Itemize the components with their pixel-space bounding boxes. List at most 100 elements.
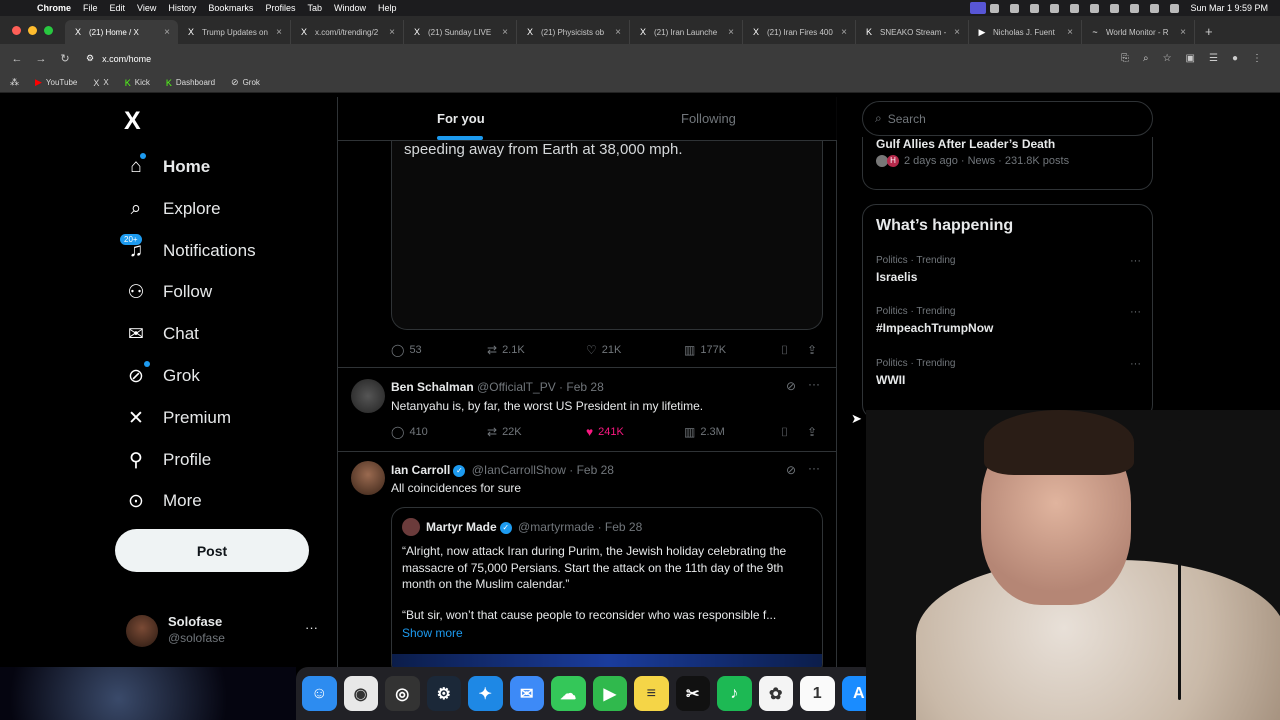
close-tab-icon[interactable]: × (1180, 27, 1186, 38)
trend-item[interactable]: Politics · Trending Israelis ··· (876, 255, 1141, 284)
bookmark-button[interactable]: ⌷ (781, 343, 788, 358)
post-date[interactable]: · Feb 28 (559, 380, 604, 394)
views-button[interactable]: ▥ 2.3M (684, 425, 725, 439)
like-button[interactable]: ♥ 241K (586, 425, 624, 439)
nav-profile[interactable]: ⚲ Profile (124, 445, 211, 475)
site-info-icon[interactable]: ⚙ (86, 53, 94, 64)
browser-tab[interactable]: X (21) Iran Fires 400 × (743, 20, 856, 44)
more-dots-icon[interactable]: ··· (1130, 358, 1141, 370)
close-tab-icon[interactable]: × (1067, 27, 1073, 38)
nav-chat[interactable]: ✉ Chat (124, 319, 199, 349)
browser-tab[interactable]: ▶ Nicholas J. Fuent × (969, 20, 1082, 44)
dock-app-icon[interactable]: ✦ (468, 676, 503, 711)
dock-app-icon[interactable]: ◉ (343, 676, 378, 711)
battery-icon[interactable] (1070, 3, 1080, 13)
close-tab-icon[interactable]: × (728, 27, 734, 38)
tab-following[interactable]: Following (681, 111, 736, 126)
reload-button[interactable]: ↻ (58, 52, 72, 65)
menu-bookmarks[interactable]: Bookmarks (208, 3, 253, 13)
show-more-link[interactable]: Show more (402, 626, 463, 640)
bookmark-star-icon[interactable]: ☆ (1163, 53, 1172, 64)
status-icon[interactable] (1010, 3, 1020, 13)
nav-premium[interactable]: ✕ Premium (124, 403, 231, 433)
browser-tab[interactable]: X (21) Home / X × (65, 20, 178, 44)
bookmark-youtube[interactable]: ▶ YouTube (35, 77, 77, 88)
browser-tab[interactable]: K SNEAKO Stream - × (856, 20, 969, 44)
dock-app-icon[interactable]: ✉ (509, 676, 544, 711)
zoom-icon[interactable]: ⌕ (1143, 53, 1149, 64)
menu-window[interactable]: Window (334, 3, 366, 13)
views-button[interactable]: ▥ 177K (684, 343, 726, 357)
dock-app-icon[interactable]: ♪ (717, 676, 752, 711)
bookmark-grok[interactable]: ⊘ Grok (231, 77, 260, 88)
dock-app-icon[interactable]: ≡ (634, 676, 669, 711)
control-icon[interactable] (1150, 3, 1160, 13)
status-icon[interactable] (990, 3, 1000, 13)
browser-tab[interactable]: Xx.com/i/trending/2 × (291, 20, 404, 44)
menubar-clock[interactable]: Sun Mar 1 9:59 PM (1190, 3, 1268, 13)
more-dots-icon[interactable]: ··· (1130, 255, 1141, 267)
quote-media[interactable] (392, 654, 822, 667)
like-button[interactable]: ♡ 21K (586, 343, 621, 357)
browser-tab[interactable]: X (21) Physicists ob × (517, 20, 630, 44)
tab-search-icon[interactable]: ☰ (1209, 53, 1218, 64)
control-center-icon[interactable] (1110, 3, 1120, 13)
search-icon[interactable] (1130, 3, 1140, 13)
close-tab-icon[interactable]: × (841, 27, 847, 38)
chrome-menu-icon[interactable]: ⋮ (1252, 53, 1262, 64)
close-tab-icon[interactable]: × (502, 27, 508, 38)
forward-button[interactable]: → (34, 53, 48, 65)
side-panel-icon[interactable]: ▣ (1186, 53, 1195, 64)
headphones-icon[interactable] (1030, 3, 1040, 13)
share-button[interactable]: ⇪ (807, 343, 817, 357)
browser-tab[interactable]: X (21) Sunday LIVE × (404, 20, 517, 44)
author-handle[interactable]: @IanCarrollShow (472, 463, 566, 477)
zoom-window-button[interactable] (44, 26, 53, 35)
apps-grid-icon[interactable]: ⁂ (10, 77, 19, 88)
dock-app-icon[interactable]: ⚙ (426, 676, 461, 711)
nav-explore[interactable]: ⌕ Explore (124, 194, 221, 224)
more-dots-icon[interactable]: ··· (1130, 306, 1141, 318)
bookmark-button[interactable]: ⌷ (781, 425, 788, 440)
close-tab-icon[interactable]: × (276, 27, 282, 38)
nav-follow[interactable]: ⚇ Follow (124, 277, 212, 307)
author-name[interactable]: Ben Schalman (391, 380, 474, 394)
menu-history[interactable]: History (168, 3, 196, 13)
menu-app-name[interactable]: Chrome (37, 3, 71, 13)
menu-edit[interactable]: Edit (110, 3, 126, 13)
browser-tab[interactable]: X (21) Iran Launche × (630, 20, 743, 44)
bookmark-dashboard[interactable]: K Dashboard (166, 78, 215, 88)
author-handle[interactable]: @OfficialT_PV (477, 380, 556, 394)
post-button[interactable]: Post (115, 529, 309, 572)
browser-tab[interactable]: ~ World Monitor - R × (1082, 20, 1195, 44)
close-window-button[interactable] (12, 26, 21, 35)
dock-app-icon[interactable]: ✂ (675, 676, 710, 711)
close-tab-icon[interactable]: × (954, 27, 960, 38)
post[interactable]: Ben Schalman @OfficialT_PV · Feb 28 ⊘ ··… (338, 367, 837, 451)
quoted-post[interactable]: Martyr Made ✓ @martyrmade · Feb 28 “Alrig… (391, 507, 823, 667)
menu-help[interactable]: Help (378, 3, 397, 13)
bookmark-kick[interactable]: K Kick (125, 78, 150, 88)
repost-button[interactable]: ⇄ 22K (487, 425, 522, 439)
siri-icon[interactable] (1170, 3, 1180, 13)
install-icon[interactable]: ⎘ (1121, 53, 1129, 64)
nav-home[interactable]: ⌂ Home (124, 152, 210, 182)
more-dots-icon[interactable]: ··· (305, 620, 318, 635)
search-input[interactable]: ⌕ Search (862, 101, 1153, 136)
trend-item[interactable]: Politics · Trending #ImpeachTrumpNow ··· (876, 306, 1141, 335)
repost-button[interactable]: ⇄ 2.1K (487, 343, 525, 357)
wifi-icon[interactable] (1090, 3, 1100, 13)
url-field[interactable]: ⚙ x.com/home (86, 49, 1086, 69)
trend-item[interactable]: Politics · Trending WWII ··· (876, 358, 1141, 387)
browser-tab[interactable]: X Trump Updates on × (178, 20, 291, 44)
x-logo-icon[interactable]: X (124, 107, 141, 136)
menu-profiles[interactable]: Profiles (265, 3, 295, 13)
avatar[interactable] (351, 461, 385, 495)
menu-view[interactable]: View (137, 3, 156, 13)
more-dots-icon[interactable]: ··· (808, 377, 820, 391)
nav-more[interactable]: ⊙ More (124, 486, 202, 516)
reply-button[interactable]: ◯ 410 (391, 425, 428, 439)
media-card[interactable]: speeding away from Earth at 38,000 mph. (391, 141, 823, 330)
bookmark-x[interactable]: XX (93, 78, 108, 88)
minimize-window-button[interactable] (28, 26, 37, 35)
